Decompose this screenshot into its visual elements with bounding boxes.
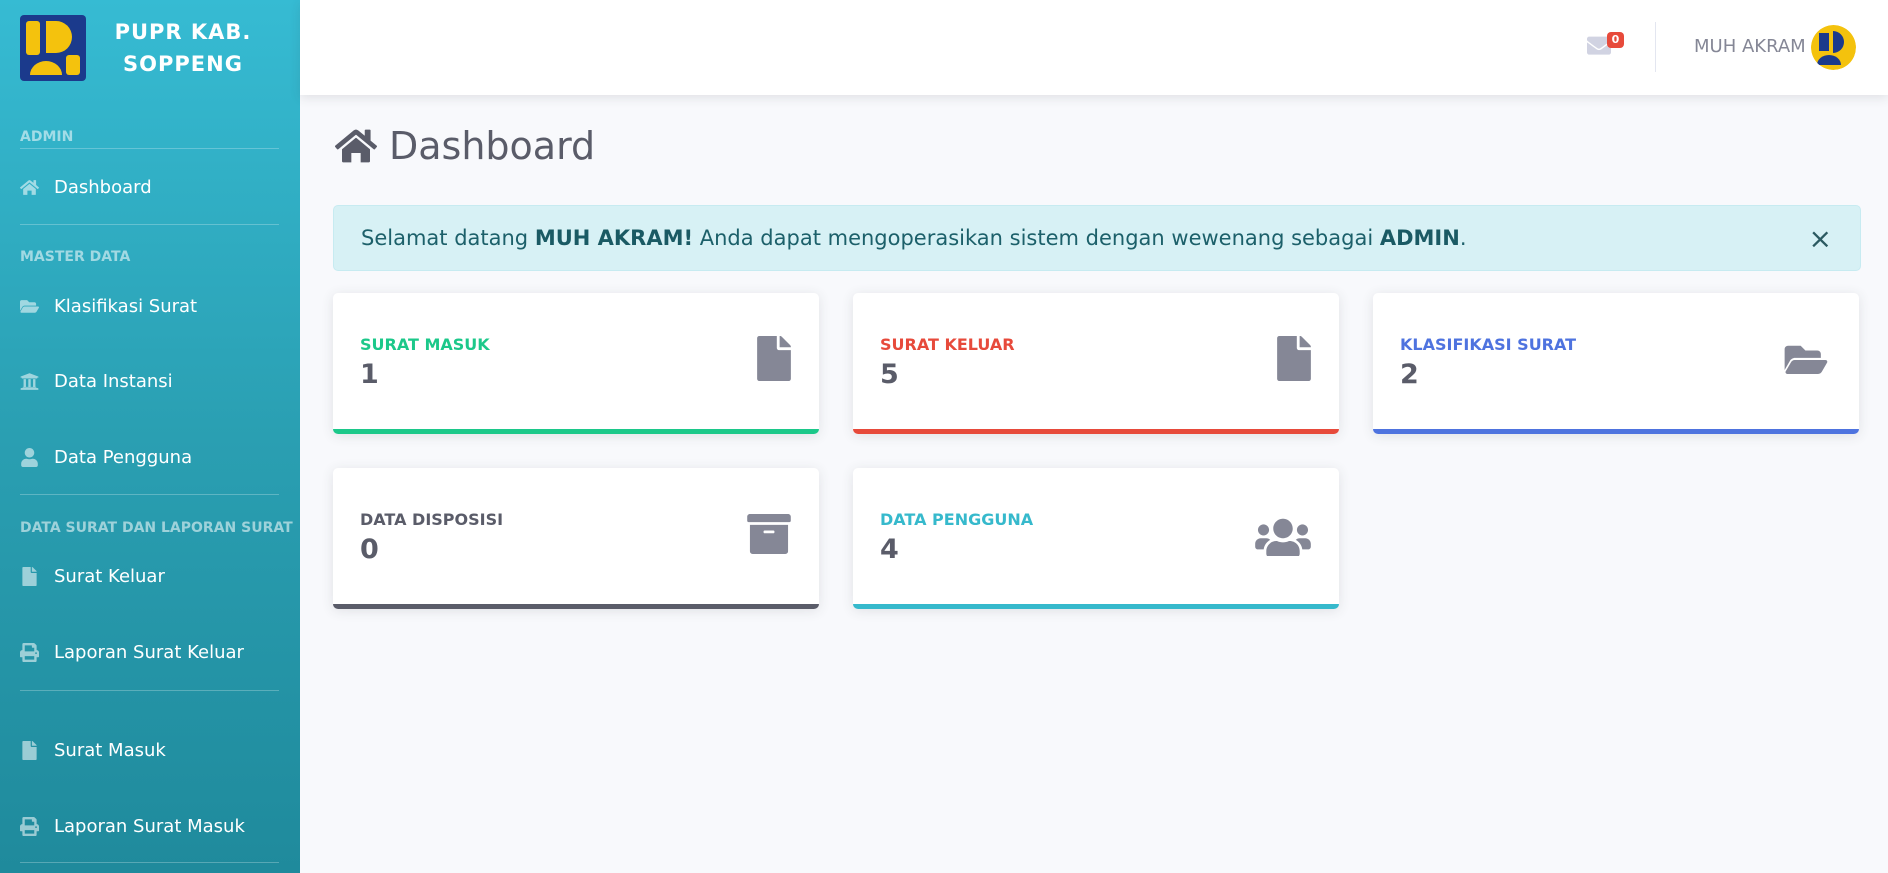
sidebar-divider <box>20 862 279 863</box>
home-icon <box>20 180 39 195</box>
folder-open-icon <box>20 300 39 313</box>
card-label: SURAT KELUAR <box>880 335 1015 354</box>
card-data-pengguna[interactable]: DATA PENGGUNA 4 <box>853 468 1339 609</box>
page-title: Dashboard <box>335 124 595 168</box>
alert-middle: Anda dapat mengoperasikan sistem dengan … <box>693 226 1380 250</box>
brand[interactable]: PUPR KAB. SOPPENG <box>0 0 300 96</box>
sidebar-item-label: Dashboard <box>54 177 152 198</box>
card-value: 1 <box>360 359 379 390</box>
brand-title: PUPR KAB. SOPPENG <box>86 16 280 80</box>
card-label: SURAT MASUK <box>360 335 490 354</box>
card-icon <box>1781 341 1831 383</box>
card-klasifikasi-surat[interactable]: KLASIFIKASI SURAT 2 <box>1373 293 1859 434</box>
sidebar-item-surat-keluar[interactable]: Surat Keluar <box>20 566 165 587</box>
avatar[interactable] <box>1811 25 1856 70</box>
card-value: 0 <box>360 534 379 565</box>
alert-prefix: Selamat datang <box>361 226 535 250</box>
sidebar-item-label: Laporan Surat Keluar <box>54 642 244 663</box>
sidebar: PUPR KAB. SOPPENG ADMIN Dashboard MASTER… <box>0 0 300 873</box>
sidebar-item-data-pengguna[interactable]: Data Pengguna <box>20 447 192 468</box>
sidebar-divider <box>20 494 279 495</box>
topbar-divider <box>1655 22 1656 72</box>
card-data-disposisi[interactable]: DATA DISPOSISI 0 <box>333 468 819 609</box>
sidebar-item-laporan-surat-masuk[interactable]: Laporan Surat Masuk <box>20 816 245 837</box>
mail-count-badge: 0 <box>1607 32 1624 48</box>
sidebar-item-surat-masuk[interactable]: Surat Masuk <box>20 740 166 761</box>
alert-user: MUH AKRAM! <box>534 226 694 250</box>
sidebar-item-label: Data Instansi <box>54 371 173 392</box>
sidebar-item-label: Data Pengguna <box>54 447 193 468</box>
card-value: 5 <box>880 359 899 390</box>
brand-line-1: PUPR KAB. <box>114 20 252 44</box>
card-icon <box>1277 336 1311 385</box>
card-icon <box>747 514 791 558</box>
card-label: DATA PENGGUNA <box>880 510 1034 529</box>
archive-icon <box>747 514 791 554</box>
alert-suffix: . <box>1459 226 1467 250</box>
sidebar-divider <box>20 690 279 691</box>
print-icon <box>20 817 39 836</box>
topbar: 0 MUH AKRAM <box>300 0 1888 95</box>
user-name[interactable]: MUH AKRAM <box>1694 36 1806 57</box>
card-value: 4 <box>880 534 899 565</box>
sidebar-item-label: Surat Keluar <box>54 566 165 587</box>
users-icon <box>1255 518 1311 558</box>
sidebar-item-label: Klasifikasi Surat <box>54 296 198 317</box>
alert-close-button[interactable]: × <box>1809 225 1832 253</box>
welcome-alert: Selamat datang MUH AKRAM! Anda dapat men… <box>333 205 1861 271</box>
folder-open-icon <box>1784 345 1828 374</box>
sidebar-item-data-instansi[interactable]: Data Instansi <box>20 371 173 392</box>
sidebar-item-dashboard[interactable]: Dashboard <box>20 177 152 198</box>
page-title-text: Dashboard <box>389 124 596 168</box>
user-icon <box>21 448 38 467</box>
card-surat-keluar[interactable]: SURAT KELUAR 5 <box>853 293 1339 434</box>
sidebar-heading-data-surat: DATA SURAT DAN LAPORAN SURAT <box>20 520 293 536</box>
sidebar-heading-admin: ADMIN <box>20 129 74 145</box>
file-icon <box>22 741 37 760</box>
alert-message: Selamat datang MUH AKRAM! Anda dapat men… <box>361 226 1467 250</box>
card-label: DATA DISPOSISI <box>360 510 504 529</box>
card-accent-bar <box>333 429 819 434</box>
sidebar-divider <box>20 224 279 225</box>
brand-line-2: SOPPENG <box>123 52 243 76</box>
sidebar-item-label: Laporan Surat Masuk <box>54 816 245 837</box>
card-accent-bar <box>1373 429 1859 434</box>
card-icon <box>1255 516 1311 560</box>
card-label: KLASIFIKASI SURAT <box>1400 335 1577 354</box>
file-icon <box>757 336 791 381</box>
card-accent-bar <box>853 429 1339 434</box>
institution-icon <box>20 373 39 390</box>
sidebar-divider <box>20 148 279 149</box>
card-value: 2 <box>1400 359 1419 390</box>
file-icon <box>1277 336 1311 381</box>
print-icon <box>20 643 39 662</box>
file-icon <box>22 567 37 586</box>
sidebar-item-label: Surat Masuk <box>54 740 166 761</box>
card-surat-masuk[interactable]: SURAT MASUK 1 <box>333 293 819 434</box>
home-icon <box>335 129 377 163</box>
card-accent-bar <box>853 604 1339 609</box>
pupr-logo-icon <box>20 15 86 81</box>
sidebar-item-klasifikasi-surat[interactable]: Klasifikasi Surat <box>20 296 197 317</box>
card-accent-bar <box>333 604 819 609</box>
sidebar-item-laporan-surat-keluar[interactable]: Laporan Surat Keluar <box>20 642 244 663</box>
alert-role: ADMIN <box>1379 226 1460 250</box>
card-icon <box>757 336 791 385</box>
sidebar-heading-master-data: MASTER DATA <box>20 249 131 265</box>
